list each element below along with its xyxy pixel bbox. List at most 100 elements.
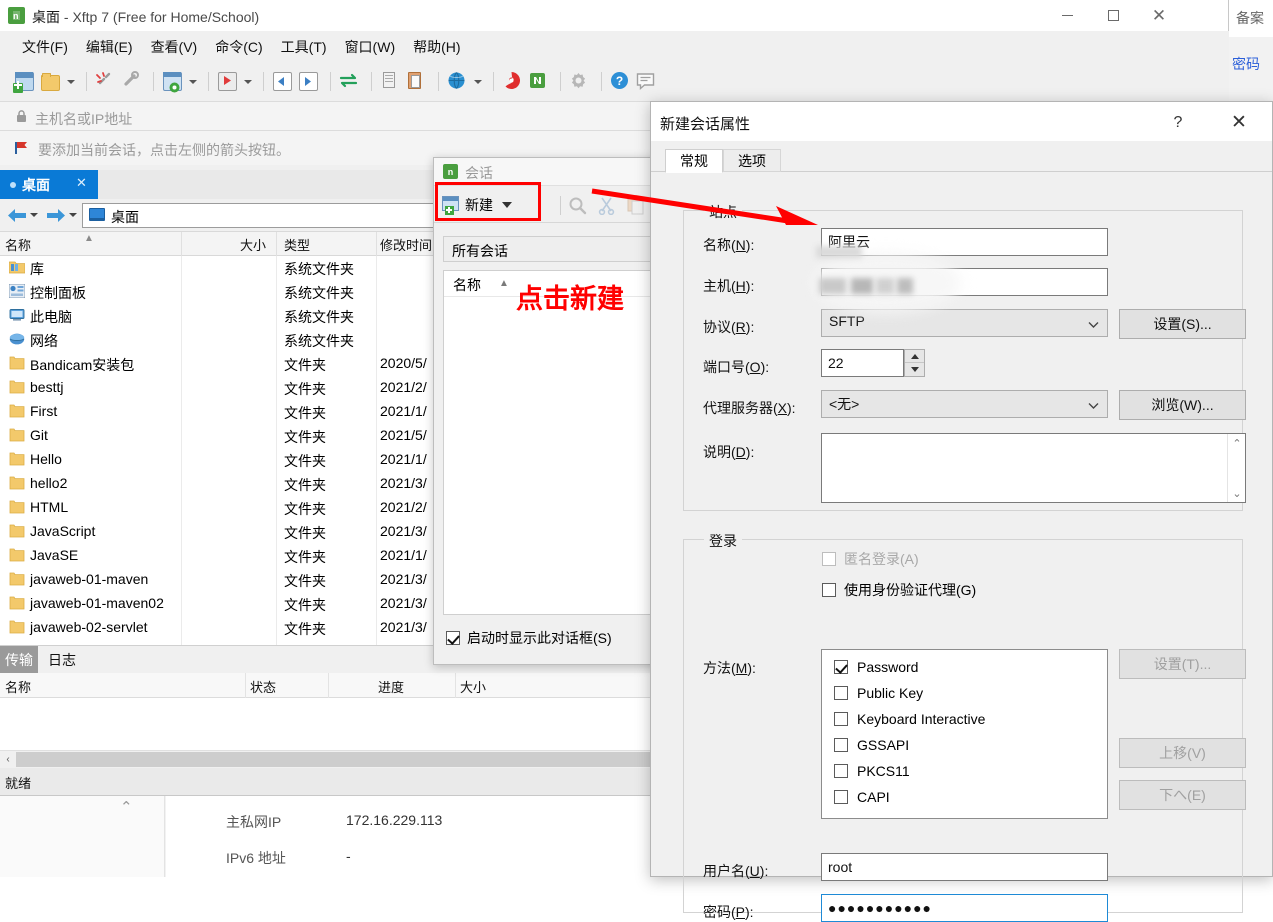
column-header-progress[interactable]: 进度: [378, 677, 404, 696]
method-row-keyboard-interactive[interactable]: Keyboard Interactive: [834, 711, 985, 727]
options-icon[interactable]: [568, 70, 591, 93]
close-icon[interactable]: ✕: [1218, 110, 1260, 135]
column-divider[interactable]: [276, 232, 277, 256]
auth-agent-checkbox[interactable]: [822, 583, 836, 597]
xshell-icon[interactable]: [501, 70, 524, 93]
protocol-select[interactable]: SFTP: [821, 309, 1108, 337]
column-header-type[interactable]: 类型: [284, 235, 310, 254]
connect-icon[interactable]: [120, 70, 143, 93]
host-input[interactable]: [821, 268, 1108, 296]
column-header-size[interactable]: 大小: [460, 677, 486, 696]
column-divider[interactable]: [245, 673, 246, 698]
scroll-down-icon[interactable]: ⌄: [1228, 484, 1246, 502]
tab-log[interactable]: 日志: [38, 646, 86, 674]
back-arrow-icon[interactable]: [6, 207, 28, 224]
password-input[interactable]: [821, 894, 1108, 922]
session-filter-box[interactable]: 所有会话: [443, 236, 672, 262]
tab-desktop[interactable]: 桌面 ✕: [0, 170, 98, 199]
method-checkbox-password[interactable]: [834, 660, 848, 674]
transfer-left-icon[interactable]: [271, 70, 294, 93]
menu-tools[interactable]: 工具(T): [272, 33, 336, 61]
menu-view[interactable]: 查看(V): [142, 33, 207, 61]
proxy-select[interactable]: <无>: [821, 390, 1108, 418]
method-row-publickey[interactable]: Public Key: [834, 685, 923, 701]
help-icon[interactable]: ?: [609, 70, 632, 93]
method-checkbox-capi[interactable]: [834, 790, 848, 804]
chevron-up-icon[interactable]: ⌃: [120, 798, 133, 816]
scroll-up-icon[interactable]: ⌃: [1228, 434, 1246, 452]
menu-help[interactable]: 帮助(H): [404, 33, 469, 61]
close-button[interactable]: ✕: [1136, 0, 1182, 31]
session-settings-icon[interactable]: [161, 70, 184, 93]
method-row-pkcs11[interactable]: PKCS11: [834, 763, 910, 779]
method-checkbox-gssapi[interactable]: [834, 738, 848, 752]
disconnect-icon[interactable]: [94, 70, 117, 93]
method-checkbox-publickey[interactable]: [834, 686, 848, 700]
column-header-date[interactable]: 修改时间: [380, 235, 432, 254]
show-on-startup-checkbox[interactable]: [446, 631, 460, 645]
run-dropdown-icon[interactable]: [242, 70, 253, 93]
scroll-left-icon[interactable]: ‹: [0, 754, 16, 765]
tab-transfer[interactable]: 传输: [0, 646, 38, 674]
column-divider[interactable]: [455, 673, 456, 698]
forward-arrow-icon[interactable]: [45, 207, 67, 224]
method-settings-button[interactable]: 设置(T)...: [1119, 649, 1246, 679]
site-group-title: 站点: [704, 202, 742, 222]
browser-dropdown-icon[interactable]: [472, 70, 483, 93]
method-row-capi[interactable]: CAPI: [834, 789, 890, 805]
column-header-name[interactable]: 名称: [5, 677, 31, 696]
tab-close-icon[interactable]: ✕: [76, 175, 87, 191]
column-header-status[interactable]: 状态: [250, 677, 276, 696]
session-settings-dropdown-icon[interactable]: [187, 70, 198, 93]
method-row-gssapi[interactable]: GSSAPI: [834, 737, 909, 753]
back-history-dropdown-icon[interactable]: [30, 213, 39, 219]
protocol-settings-button[interactable]: 设置(S)...: [1119, 309, 1246, 339]
show-on-startup-row[interactable]: 启动时显示此对话框(S): [446, 628, 612, 648]
file-name: First: [30, 403, 58, 419]
method-checkbox-pkcs11[interactable]: [834, 764, 848, 778]
name-input[interactable]: [821, 228, 1108, 256]
column-divider[interactable]: [376, 232, 377, 256]
menu-edit[interactable]: 编辑(E): [77, 33, 142, 61]
tab-general[interactable]: 常规: [665, 149, 723, 173]
method-checkbox-keyboard-interactive[interactable]: [834, 712, 848, 726]
bg-beian-label[interactable]: 备案: [1236, 8, 1264, 28]
port-input[interactable]: [821, 349, 904, 377]
session-list[interactable]: 名称 ▲: [443, 270, 673, 615]
paste-icon[interactable]: [405, 70, 428, 93]
move-up-button[interactable]: 上移(V): [1119, 738, 1246, 768]
spinner-up-icon[interactable]: [905, 350, 924, 363]
forward-history-dropdown-icon[interactable]: [69, 213, 78, 219]
menu-file[interactable]: 文件(F): [13, 33, 77, 61]
menu-window[interactable]: 窗口(W): [336, 33, 405, 61]
run-icon[interactable]: [216, 70, 239, 93]
maximize-button[interactable]: [1090, 0, 1136, 31]
copy-icon[interactable]: [379, 70, 402, 93]
column-header-name[interactable]: 名称: [5, 235, 31, 254]
browser-icon[interactable]: [446, 70, 469, 93]
column-divider[interactable]: [328, 673, 329, 698]
tab-options[interactable]: 选项: [723, 149, 781, 172]
spinner-down-icon[interactable]: [905, 363, 924, 376]
port-spinner[interactable]: [904, 349, 925, 377]
move-down-button[interactable]: 下へ(E): [1119, 780, 1246, 810]
new-session-icon[interactable]: [13, 70, 36, 93]
minimize-button[interactable]: [1044, 0, 1090, 31]
open-folder-icon[interactable]: [39, 70, 62, 93]
method-row-password[interactable]: Password: [834, 659, 918, 675]
transfer-right-icon[interactable]: [297, 70, 320, 93]
description-scrollbar[interactable]: ⌃ ⌄: [1227, 434, 1245, 502]
menu-command[interactable]: 命令(C): [206, 33, 271, 61]
description-textarea[interactable]: ⌃ ⌄: [821, 433, 1246, 503]
help-icon[interactable]: ?: [1160, 110, 1196, 135]
sync-icon[interactable]: [338, 70, 361, 93]
xftp-icon[interactable]: [527, 70, 550, 93]
proxy-browse-button[interactable]: 浏览(W)...: [1119, 390, 1246, 420]
column-divider[interactable]: [181, 232, 182, 256]
bg-password-link[interactable]: 密码: [1232, 54, 1260, 74]
auth-method-list[interactable]: Password Public Key Keyboard Interactive…: [821, 649, 1108, 819]
open-folder-dropdown-icon[interactable]: [65, 70, 76, 93]
column-header-size[interactable]: 大小: [240, 235, 266, 254]
auth-agent-row[interactable]: 使用身份验证代理(G): [822, 580, 976, 600]
feedback-icon[interactable]: [635, 70, 658, 93]
